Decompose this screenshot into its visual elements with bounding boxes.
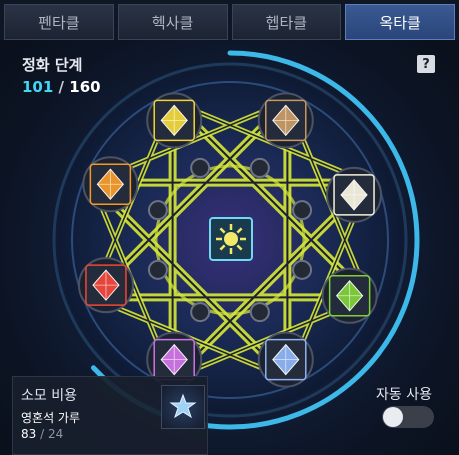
cost-separator: / [40,427,45,441]
tab-heptacle[interactable]: 헵타클 [231,4,342,40]
sun-icon [216,224,246,254]
cost-label: 소모 비용 [21,388,77,404]
tab-octacle[interactable]: 옥타클 [345,4,455,40]
cost-need: 24 [47,427,64,441]
cost-panel: 소모 비용 영혼석 가루 83 / 24 [12,376,208,455]
center-slot[interactable] [209,217,253,261]
star-node [190,157,211,178]
star-node [292,259,313,280]
gem-slot-bronze[interactable] [257,92,314,149]
gem-slot-green[interactable] [321,267,378,324]
star-node [249,302,270,323]
tab-bar: 펜타클 헥사클 헵타클 옥타클 [0,0,459,40]
cost-item-name: 영혼석 가루 [21,411,81,425]
stage-current: 101 [22,78,54,96]
help-icon[interactable]: ? [417,55,435,73]
auto-use-toggle[interactable] [382,406,434,428]
cost-count: 83 / 24 [21,427,63,441]
star-node [147,259,168,280]
tab-hexacle[interactable]: 헥사클 [117,4,228,40]
stage-max: 160 [69,78,101,96]
cost-have: 83 [21,427,37,441]
octacle-panel: 정화 단계 101 / 160 ? 소모 비용 영혼석 가루 83 / 24 자… [0,40,459,455]
purification-stage-value: 101 / 160 [22,78,101,96]
purification-stage-label: 정화 단계 [22,56,83,74]
stage-separator: / [58,78,65,96]
auto-use-label: 자동 사용 [376,387,432,403]
star-node [292,200,313,221]
star-node [249,157,270,178]
star-node [147,200,168,221]
gem-slot-white[interactable] [326,166,383,223]
star-node [190,302,211,323]
toggle-knob [383,407,403,427]
tab-pentacle[interactable]: 펜타클 [4,4,114,40]
gem-slot-blue[interactable] [257,331,314,388]
gem-slot-red[interactable] [77,257,134,314]
gem-slot-orange[interactable] [82,156,139,213]
gem-slot-yellow[interactable] [146,92,203,149]
soul-stone-icon[interactable] [161,385,205,429]
